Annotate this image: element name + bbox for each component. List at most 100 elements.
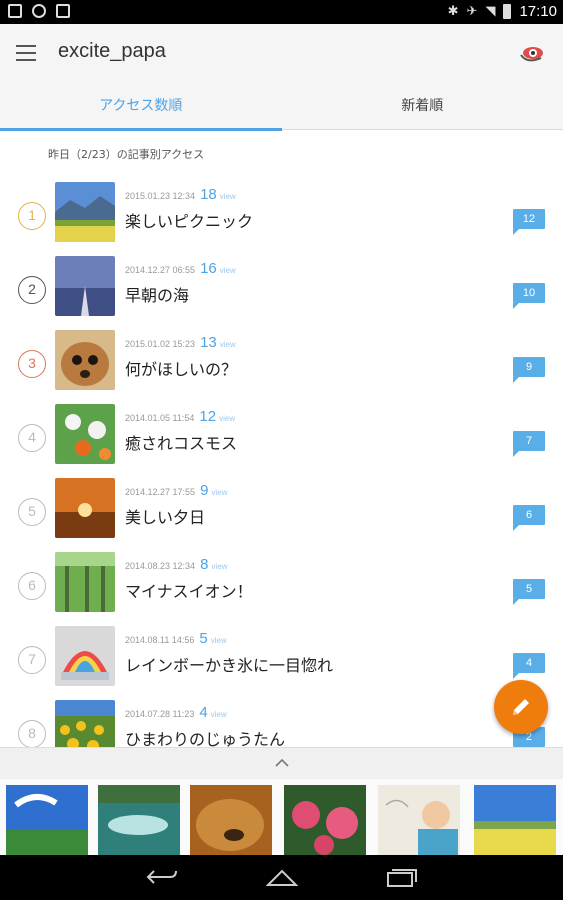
tab-bar: アクセス数順 新着順 [0, 84, 563, 131]
app-bar: excite_papa [0, 24, 563, 84]
article-meta: 2014.08.11 14:56 5 view [125, 630, 227, 648]
article-date: 2014.01.05 11:54 [125, 413, 195, 423]
list-item[interactable]: 2 2014.12.27 06:55 16 view 早朝の海 10 [0, 248, 563, 322]
view-count: 8 [200, 556, 209, 573]
list-item[interactable]: 7 2014.08.11 14:56 5 view レインボーかき氷に一目惚れ 4 [0, 618, 563, 692]
article-meta: 2014.12.27 06:55 16 view [125, 260, 236, 278]
rank-badge: 3 [18, 350, 46, 378]
article-title: マイナスイオン！ [125, 582, 253, 601]
recents-icon[interactable] [386, 867, 418, 891]
article-thumbnail [55, 330, 115, 390]
view-count: 9 [200, 482, 209, 499]
comment-count-badge[interactable]: 6 [513, 505, 545, 531]
pencil-icon [513, 699, 529, 715]
chrome-icon [32, 4, 46, 18]
comment-count-badge[interactable]: 10 [513, 283, 545, 309]
photo-child[interactable] [378, 785, 460, 855]
status-bar: ✱ ✈ ◥ 17:10 [0, 0, 563, 24]
article-title: 早朝の海 [125, 286, 190, 305]
rank-badge: 6 [18, 572, 46, 600]
compose-button[interactable] [494, 680, 548, 734]
article-meta: 2014.08.23 12:34 8 view [125, 556, 227, 574]
photo-field[interactable] [474, 785, 556, 855]
photo-strip [0, 779, 563, 855]
article-title: 何がほしいの？ [125, 360, 238, 379]
photo-lotus[interactable] [284, 785, 366, 855]
article-date: 2014.08.23 12:34 [125, 561, 196, 571]
rank-badge: 4 [18, 424, 46, 452]
list-item[interactable]: 4 2014.01.05 11:54 12 view 癒されコスモス 7 [0, 396, 563, 470]
view-unit: view [219, 414, 236, 423]
article-date: 2015.01.23 12:34 [125, 191, 196, 201]
article-date: 2014.12.27 17:55 [125, 487, 196, 497]
photo-stream[interactable] [98, 785, 180, 855]
article-title: 楽しいピクニック [125, 212, 254, 231]
article-date: 2015.01.02 15:23 [125, 339, 196, 349]
list-item[interactable]: 1 2015.01.23 12:34 18 view 楽しいピクニック 12 [0, 174, 563, 248]
mail-icon [56, 4, 70, 18]
article-title: レインボーかき氷に一目惚れ [125, 656, 334, 675]
rank-badge: 7 [18, 646, 46, 674]
article-title: 癒されコスモス [125, 434, 238, 453]
notification-icons [8, 4, 70, 18]
chevron-up-icon [274, 758, 289, 767]
article-date: 2014.12.27 06:55 [125, 265, 196, 275]
comment-count-badge[interactable]: 5 [513, 579, 545, 605]
tab-access-count[interactable]: アクセス数順 [0, 84, 282, 131]
rank-badge: 1 [18, 202, 46, 230]
article-meta: 2015.01.23 12:34 18 view [125, 186, 236, 204]
app-title: excite_papa [58, 40, 166, 62]
view-unit: view [210, 710, 227, 719]
view-unit: view [211, 488, 228, 497]
menu-icon[interactable] [16, 45, 36, 61]
back-icon[interactable] [146, 867, 178, 891]
article-meta: 2014.12.27 17:55 9 view [125, 482, 227, 500]
bluetooth-icon: ✱ [447, 4, 459, 19]
list-item[interactable]: 6 2014.08.23 12:34 8 view マイナスイオン！ 5 [0, 544, 563, 618]
view-unit: view [219, 192, 236, 201]
article-thumbnail [55, 478, 115, 538]
eye-icon[interactable] [519, 42, 545, 64]
home-icon[interactable] [265, 867, 299, 891]
rank-badge: 8 [18, 720, 46, 748]
article-title: 美しい夕日 [125, 508, 206, 527]
list-item[interactable]: 5 2014.12.27 17:55 9 view 美しい夕日 6 [0, 470, 563, 544]
comment-count-badge[interactable]: 7 [513, 431, 545, 457]
tab-newest[interactable]: 新着順 [282, 84, 563, 129]
view-count: 13 [200, 334, 217, 351]
article-date: 2014.08.11 14:56 [125, 635, 195, 645]
article-date: 2014.07.28 11:23 [125, 709, 195, 719]
photo-sky[interactable] [6, 785, 88, 855]
comment-count-badge[interactable]: 4 [513, 653, 545, 679]
view-count: 4 [199, 704, 208, 721]
rank-badge: 2 [18, 276, 46, 304]
photo-sleeping-dog[interactable] [190, 785, 272, 855]
article-thumbnail [55, 626, 115, 686]
battery-icon [503, 4, 512, 19]
view-unit: view [210, 636, 227, 645]
wifi-icon: ◥ [485, 4, 496, 19]
view-count: 18 [200, 186, 217, 203]
view-count: 12 [199, 408, 217, 425]
list-item[interactable]: 3 2015.01.02 15:23 13 view 何がほしいの？ 9 [0, 322, 563, 396]
article-thumbnail [55, 182, 115, 242]
article-thumbnail [55, 552, 115, 612]
view-unit: view [219, 266, 236, 275]
view-unit: view [211, 562, 228, 571]
comment-count-badge[interactable]: 12 [513, 209, 545, 235]
navigation-bar [0, 855, 563, 900]
article-meta: 2014.01.05 11:54 12 view [125, 408, 235, 426]
article-thumbnail [55, 404, 115, 464]
rank-badge: 5 [18, 498, 46, 526]
clock: 17:10 [519, 3, 557, 20]
comment-count-badge[interactable]: 9 [513, 357, 545, 383]
section-caption: 昨日（2/23）の記事別アクセス [48, 148, 205, 161]
view-unit: view [219, 340, 236, 349]
photo-panel-toggle[interactable] [0, 747, 563, 779]
article-meta: 2014.07.28 11:23 4 view [125, 704, 227, 722]
system-icons: ✱ ✈ ◥ 17:10 [448, 3, 557, 20]
view-count: 16 [200, 260, 217, 277]
view-count: 5 [199, 630, 208, 647]
article-meta: 2015.01.02 15:23 13 view [125, 334, 236, 352]
article-thumbnail [55, 256, 115, 316]
